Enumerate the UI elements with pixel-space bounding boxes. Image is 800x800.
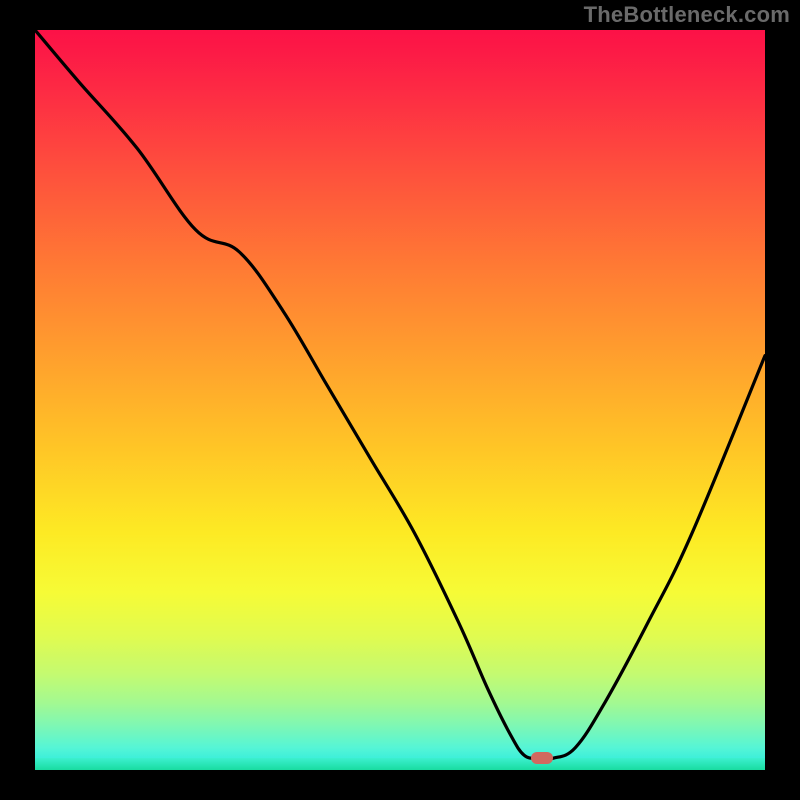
minimum-marker: [531, 752, 553, 764]
chart-frame: TheBottleneck.com: [0, 0, 800, 800]
bottleneck-curve: [35, 30, 765, 759]
watermark-text: TheBottleneck.com: [584, 2, 790, 28]
curve-svg: [35, 30, 765, 770]
plot-area: [35, 30, 765, 770]
